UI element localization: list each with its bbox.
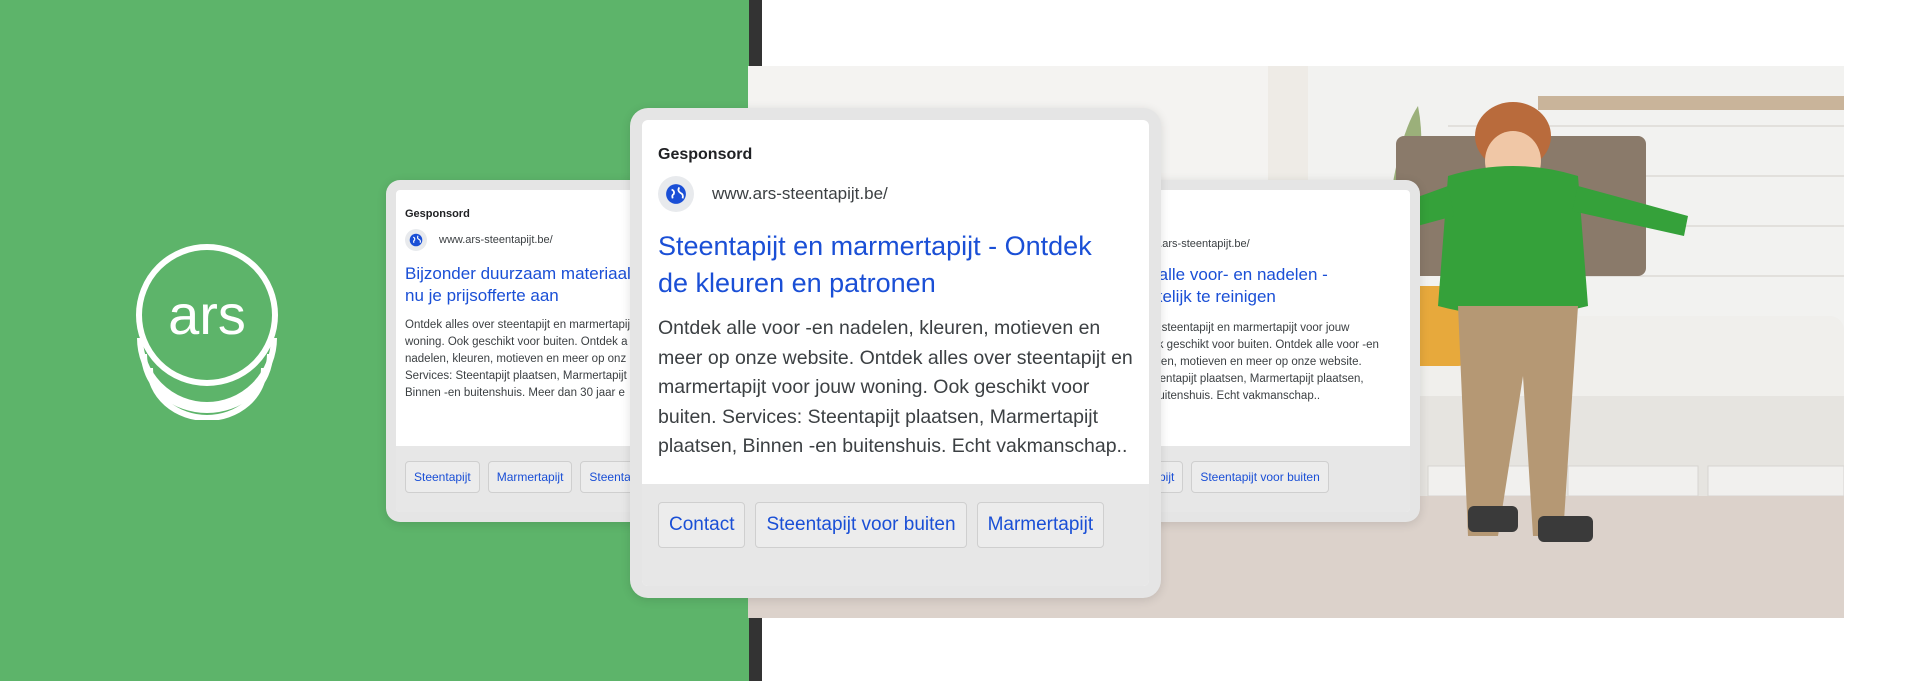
sitelink-chip[interactable]: Marmertapijt [487,461,573,493]
description-line: buiten. Services: Steentapijt plaatsen, … [658,405,1099,428]
url-row: www.ars-steentapijt.be/ [658,176,1137,212]
ad-description: Ontdek alle voor -en nadelen, kleuren, m… [658,314,1137,460]
headline-line: de kleuren en patronen [658,268,936,298]
description-line: marmertapijt voor jouw woning. Ook gesch… [658,376,1090,398]
headline-line: akkelijk te reinigen [1136,287,1276,307]
description-line: en buitenshuis. Echt vakmanschap.. [1136,390,1321,403]
sitelink-marmertapijt[interactable]: Marmertapijt [976,502,1105,548]
ad-url[interactable]: www.ars-steentapijt.be/ [712,184,888,204]
ad-description: over steentapijt en marmertapijt voor jo… [1136,320,1410,407]
description-line: meer op onze website. Ontdek alles over … [658,346,1133,369]
description-line: over steentapijt en marmertapijt voor jo… [1136,322,1350,335]
coin-stack-icon: ars [136,244,278,420]
headline-line: Steentapijt en marmertapijt - Ontdek [658,231,1092,261]
sitelinks-bar: Contact Steentapijt voor buiten Marmerta… [642,484,1149,586]
sponsored-label: Gesponsord [658,146,753,163]
globe-icon [405,229,427,251]
ad-headline[interactable]: ek alle voor- en nadelen - akkelijk te r… [1136,264,1410,308]
sponsored-label: ord [1136,215,1410,227]
description-line: . Ook geschikt voor buiten. Ontdek alle … [1136,339,1379,352]
description-line: kleuren, motieven en meer op onze websit… [1136,356,1362,369]
description-line: plaatsen, Binnen -en buitenshuis. Echt v… [658,435,1128,457]
ad-url[interactable]: www.ars-steentapijt.be/ [439,234,553,246]
logo-text: ars [168,283,246,346]
ad-card-center[interactable]: Gesponsord www.ars-steentapijt.be/ Steen… [630,108,1161,598]
sitelink-contact[interactable]: Contact [658,502,746,548]
url-row: www.ars-steentapijt.be/ [1136,238,1410,250]
globe-icon [658,176,694,212]
sitelink-chip[interactable]: Steentapijt [405,461,480,493]
ad-headline[interactable]: Steentapijt en marmertapijt - Ontdek de … [658,228,1137,302]
sitelink-steentapijt-buiten[interactable]: Steentapijt voor buiten [755,502,967,548]
description-line: : Steentapijt plaatsen, Marmertapijt pla… [1136,373,1364,386]
sitelink-chip[interactable]: Steentapijt voor buiten [1191,461,1329,493]
description-line: Ontdek alle voor -en nadelen, kleuren, m… [658,317,1101,339]
headline-line: ek alle voor- en nadelen - [1136,265,1328,284]
